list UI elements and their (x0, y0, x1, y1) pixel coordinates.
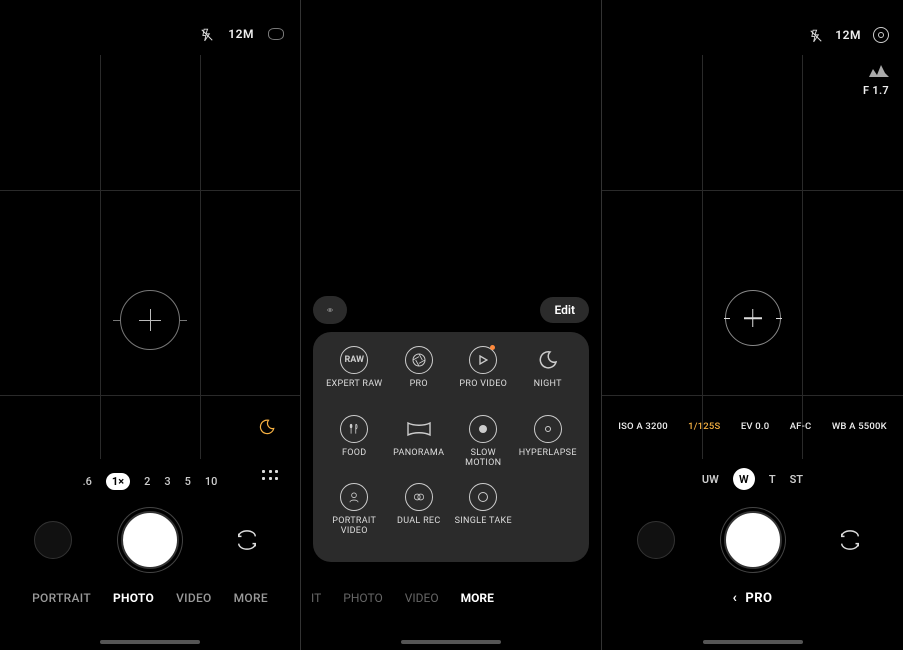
mode-more[interactable]: MORE (234, 591, 268, 605)
home-indicator[interactable] (401, 640, 501, 644)
top-toolbar: 12M (200, 27, 284, 41)
tile-label: PRO VIDEO (459, 380, 507, 390)
shutter-button[interactable] (724, 511, 782, 569)
home-indicator[interactable] (703, 640, 803, 644)
gallery-thumbnail[interactable] (637, 521, 675, 559)
settings-icon[interactable] (873, 27, 889, 43)
mode-selector[interactable]: ‹ PRO (602, 586, 903, 610)
tile-label: DUAL REC (397, 517, 441, 527)
zoom-selector[interactable]: .6 1× 2 3 5 10 (0, 470, 300, 492)
lens-w[interactable]: W (733, 468, 755, 490)
flash-off-icon[interactable] (200, 27, 214, 41)
preview-toggle[interactable] (313, 296, 347, 324)
tile-label: PRO (410, 380, 428, 390)
param-iso[interactable]: ISO A 3200 (618, 421, 668, 432)
top-toolbar: 12M (809, 27, 889, 43)
composition-grid (0, 0, 301, 459)
lens-uw[interactable]: UW (702, 473, 719, 486)
mode-tile-pro[interactable]: PRO (388, 346, 451, 411)
zoom-3x[interactable]: 3 (164, 475, 170, 488)
portrait-video-icon (340, 483, 368, 511)
mode-tile-expert-raw[interactable]: RAW EXPERT RAW (323, 346, 386, 411)
mode-tile-hyperlapse[interactable]: HYPERLAPSE (517, 415, 580, 480)
focus-reticle[interactable] (725, 290, 781, 346)
single-take-icon (469, 483, 497, 511)
flash-off-icon[interactable] (809, 28, 823, 42)
aperture-icon (405, 346, 433, 374)
shutter-controls (0, 500, 300, 580)
shutter-button[interactable] (121, 511, 179, 569)
camera-photo-screen: 12M .6 1× 2 3 5 10 PORTRAIT PHOTO (0, 0, 301, 650)
zoom-5x[interactable]: 5 (185, 475, 191, 488)
param-ev[interactable]: EV 0.0 (741, 421, 770, 432)
switch-camera-button[interactable] (831, 521, 869, 559)
mode-tile-single-take[interactable]: SINGLE TAKE (452, 483, 515, 548)
night-mode-icon[interactable] (258, 418, 276, 436)
tile-label: HYPERLAPSE (519, 449, 577, 459)
lens-t[interactable]: T (769, 473, 776, 486)
tile-label: SLOW MOTION (452, 449, 515, 469)
gallery-thumbnail[interactable] (34, 521, 72, 559)
histogram-icon[interactable] (869, 62, 889, 76)
composition-grid (602, 0, 903, 459)
shutter-controls (602, 500, 903, 580)
tile-label: EXPERT RAW (326, 380, 382, 390)
param-focus[interactable]: AF-C (790, 421, 812, 432)
param-shutter[interactable]: 1/125S (688, 421, 720, 432)
lens-selector[interactable]: UW W T ST (602, 466, 903, 492)
mode-tile-dual-rec[interactable]: DUAL REC (388, 483, 451, 548)
more-modes-sheet: RAW EXPERT RAW PRO PRO VIDEO NIGHT FOOD (313, 332, 589, 562)
resolution-toggle[interactable]: 12M (228, 27, 254, 41)
play-icon (469, 346, 497, 374)
tile-label: SINGLE TAKE (455, 517, 512, 527)
camera-more-screen: Edit RAW EXPERT RAW PRO PRO VIDEO NIGHT (301, 0, 602, 650)
edit-modes-button[interactable]: Edit (540, 297, 589, 323)
mode-selector[interactable]: IT PHOTO VIDEO MORE (301, 586, 601, 610)
zoom-0.6x[interactable]: .6 (83, 475, 92, 488)
exposure-parameters[interactable]: ISO A 3200 1/125S EV 0.0 AF-C WB A 5500K (602, 416, 903, 436)
mode-selector[interactable]: PORTRAIT PHOTO VIDEO MORE (0, 586, 300, 610)
dual-rec-icon (405, 483, 433, 511)
lens-st[interactable]: ST (790, 473, 803, 486)
tile-label: PORTRAIT VIDEO (323, 517, 386, 537)
mode-tile-slow-motion[interactable]: SLOW MOTION (452, 415, 515, 480)
tile-label: PANORAMA (393, 449, 444, 459)
switch-camera-button[interactable] (228, 521, 266, 559)
slowmo-icon (469, 415, 497, 443)
chevron-left-icon[interactable]: ‹ (732, 590, 737, 606)
camera-pro-screen: 12M F 1.7 ISO A 3200 1/125S EV 0.0 AF-C … (602, 0, 903, 650)
zoom-10x[interactable]: 10 (205, 475, 218, 488)
tile-label: FOOD (342, 449, 366, 459)
mode-portrait[interactable]: PORTRAIT (32, 591, 91, 605)
tile-label: NIGHT (534, 380, 562, 390)
motion-photo-icon[interactable] (268, 28, 284, 40)
aspect-grid-icon[interactable] (262, 470, 280, 482)
mode-tile-panorama[interactable]: PANORAMA (388, 415, 451, 480)
mode-tile-food[interactable]: FOOD (323, 415, 386, 480)
mode-truncated[interactable]: IT (311, 591, 321, 605)
sheet-toolbar: Edit (313, 296, 589, 324)
mode-tile-portrait-video[interactable]: PORTRAIT VIDEO (323, 483, 386, 548)
f-number-readout: F 1.7 (863, 84, 889, 97)
mode-video[interactable]: VIDEO (405, 591, 439, 605)
mode-more[interactable]: MORE (461, 591, 494, 605)
resolution-toggle[interactable]: 12M (835, 28, 861, 42)
mode-pro[interactable]: PRO (745, 591, 772, 606)
zoom-2x[interactable]: 2 (144, 475, 150, 488)
zoom-1x[interactable]: 1× (106, 473, 130, 490)
mode-tile-night[interactable]: NIGHT (517, 346, 580, 411)
home-indicator[interactable] (100, 640, 200, 644)
raw-badge-icon: RAW (340, 346, 368, 374)
mode-photo[interactable]: PHOTO (113, 591, 154, 605)
utensils-icon (340, 415, 368, 443)
panorama-icon (405, 415, 433, 443)
param-wb[interactable]: WB A 5500K (832, 421, 887, 432)
mode-tile-pro-video[interactable]: PRO VIDEO (452, 346, 515, 411)
focus-reticle[interactable] (120, 290, 180, 350)
mode-video[interactable]: VIDEO (176, 591, 212, 605)
hyperlapse-icon (534, 415, 562, 443)
moon-icon (534, 346, 562, 374)
mode-photo[interactable]: PHOTO (343, 591, 382, 605)
new-badge-icon (490, 345, 495, 350)
